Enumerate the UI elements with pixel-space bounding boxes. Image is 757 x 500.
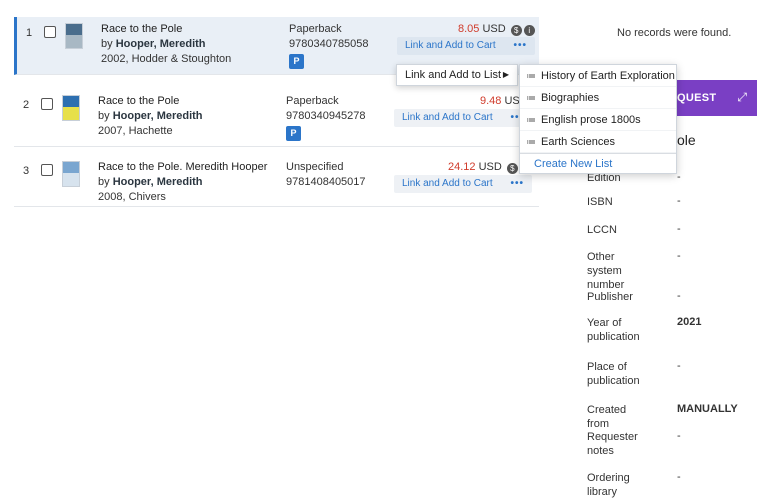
row-number: 1 [26,27,33,39]
detail-label-created-from: Created from [587,404,627,430]
detail-value-place: - [677,360,681,372]
detail-value-isbn: - [677,195,681,207]
detail-value-created-from: MANUALLY [677,403,738,415]
result-format: Paperback [289,23,342,35]
detail-label-lccn: LCCN [587,224,617,236]
result-title[interactable]: Race to the Pole. Meredith Hooper [98,161,267,173]
result-publication: 2008, Chivers [98,191,166,203]
currency-info-icon[interactable]: $ [510,25,522,36]
detail-value-year: 2021 [677,316,702,328]
lists-submenu: ≔ History of Earth Exploration ≔ Biographi… [519,64,677,174]
list-icon: ≔ [526,93,536,104]
create-new-list-link[interactable]: Create New List [520,153,676,173]
list-option[interactable]: ≔ History of Earth Exploration [520,65,676,87]
detail-label-publisher: Publisher [587,291,633,303]
info-icon[interactable]: i [523,25,535,36]
list-option[interactable]: ≔ Biographies [520,87,676,109]
result-author: by Hooper, Meredith [98,110,203,122]
link-and-add-to-list-menu-item[interactable]: Link and Add to List ▶ [396,64,518,86]
detail-label-place: Place of publication [587,361,640,387]
result-isbn: 9780340785058 [289,38,369,50]
link-and-add-to-cart-button[interactable]: Link and Add to Cart ••• [394,175,532,193]
detail-value-lccn: - [677,223,681,235]
detail-value-ordering-library: - [677,471,681,483]
result-title[interactable]: Race to the Pole [98,95,179,107]
result-publication: 2007, Hachette [98,125,173,137]
result-author: by Hooper, Meredith [101,38,206,50]
author-link[interactable]: Hooper, Meredith [113,110,203,122]
more-options-icon[interactable]: ••• [513,37,527,55]
no-records-message: No records were found. [617,27,732,39]
link-and-add-to-cart-button[interactable]: Link and Add to Cart ••• [394,109,532,127]
result-row[interactable]: 3 Race to the Pole. Meredith Hooper by H… [14,155,539,207]
row-checkbox[interactable] [44,26,56,38]
detail-value-edition: - [677,171,681,183]
result-isbn: 9781408405017 [286,176,366,188]
list-icon: ≔ [526,71,536,82]
author-link[interactable]: Hooper, Meredith [113,176,203,188]
detail-label-isbn: ISBN [587,196,613,208]
link-and-add-to-cart-button[interactable]: Link and Add to Cart ••• [397,37,535,55]
result-author: by Hooper, Meredith [98,176,203,188]
author-link[interactable]: Hooper, Meredith [116,38,206,50]
detail-label-other-system-number: Other system number [587,251,625,291]
list-icon: ≔ [526,137,536,148]
book-cover-thumbnail[interactable] [65,23,83,49]
list-icon: ≔ [526,115,536,126]
detail-label-year: Year of publication [587,317,640,343]
currency-info-icon[interactable]: $ [506,163,518,174]
expand-icon[interactable]: ⤢ [737,90,747,105]
result-title[interactable]: Race to the Pole [101,23,182,35]
detail-value-other-system-number: - [677,250,681,262]
row-number: 2 [23,99,30,111]
result-isbn: 9780340945278 [286,110,366,122]
panel-header-text: QUEST [677,92,717,104]
row-number: 3 [23,165,30,177]
row-checkbox[interactable] [41,98,53,110]
list-option[interactable]: ≔ Earth Sciences [520,131,676,153]
result-format: Unspecified [286,161,344,173]
detail-value-requester-notes: - [677,430,681,442]
list-option[interactable]: ≔ English prose 1800s [520,109,676,131]
detail-label-ordering-library: Ordering library [587,472,630,498]
print-badge: P [286,126,301,141]
result-price: 8.05 USD $ i [458,23,535,36]
caret-right-icon: ▶ [502,70,509,79]
panel-title: ole [677,132,696,148]
detail-label-requester-notes: Requester notes [587,431,638,457]
result-row[interactable]: 2 Race to the Pole by Hooper, Meredith 2… [14,89,539,147]
print-badge: P [289,54,304,69]
result-format: Paperback [286,95,339,107]
detail-value-publisher: - [677,290,681,302]
more-options-icon[interactable]: ••• [510,175,524,193]
book-cover-thumbnail[interactable] [62,95,80,121]
book-cover-thumbnail[interactable] [62,161,80,187]
row-checkbox[interactable] [41,164,53,176]
result-publication: 2002, Hodder & Stoughton [101,53,232,65]
